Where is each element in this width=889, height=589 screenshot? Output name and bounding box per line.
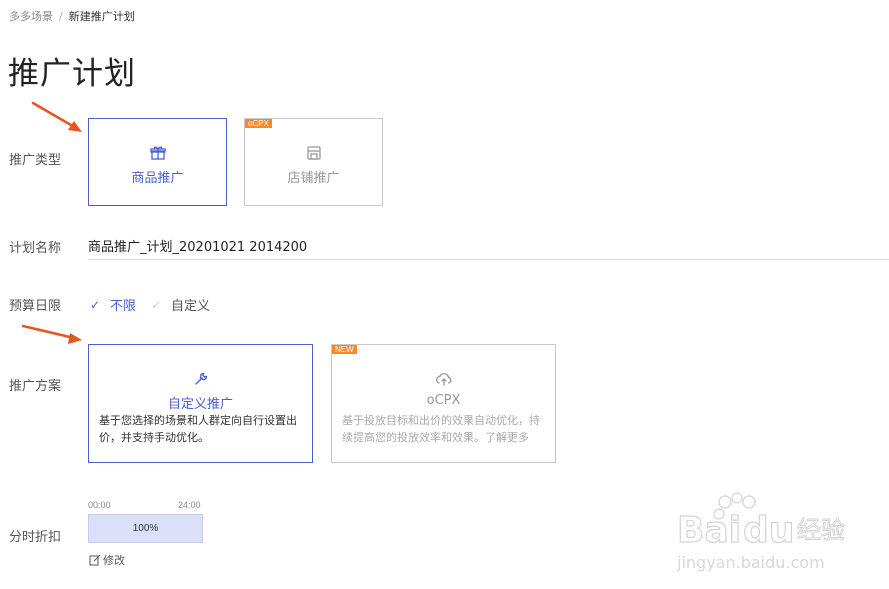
budget-custom-label: 自定义 [171, 299, 211, 314]
scheme-ocpx-desc-line1: 基于投放目标和出价的效果自动优化，持 [342, 414, 540, 427]
svg-text:jingyan.baidu.com: jingyan.baidu.com [676, 553, 825, 572]
scheme-custom-title: 自定义推广 [167, 397, 233, 412]
plan-name-label: 计划名称 [9, 241, 62, 256]
baidu-jingyan-watermark: Bai du 经验 jingyan.baidu.com [676, 492, 846, 572]
breadcrumb: 多多场景 / 新建推广计划 [9, 8, 135, 24]
edit-icon [89, 554, 101, 566]
scheme-custom-card[interactable]: 自定义推广 基于您选择的场景和人群定向自行设置出 价，并支持手动优化。 [88, 344, 313, 463]
svg-text:du: du [743, 510, 794, 551]
edit-label: 修改 [103, 554, 125, 567]
svg-text:Bai: Bai [677, 510, 741, 551]
budget-unlimited-label: 不限 [110, 299, 137, 314]
wrench-icon [193, 371, 209, 391]
time-end-label: 24:00 [178, 500, 201, 510]
svg-text:经验: 经验 [797, 516, 845, 544]
budget-label: 预算日限 [9, 299, 62, 314]
promo-type-store-card[interactable]: oCPX 店铺推广 [244, 118, 383, 206]
ocpx-tag: oCPX [245, 119, 272, 128]
new-tag: NEW [332, 345, 357, 354]
check-icon: ✓ [151, 297, 162, 312]
scheme-label: 推广方案 [9, 379, 62, 394]
promo-type-product-label: 商品推广 [131, 171, 184, 186]
time-discount-value: 100% [132, 523, 159, 534]
page-title: 推广计划 [8, 56, 136, 92]
scheme-ocpx-desc: 基于投放目标和出价的效果自动优化，持 续提高您的投放效率和效果。了解更多 [342, 412, 545, 446]
scheme-ocpx-desc-line2: 续提高您的投放效率和效果。了解更多 [342, 431, 529, 444]
scheme-custom-desc: 基于您选择的场景和人群定向自行设置出 价，并支持手动优化。 [99, 412, 302, 446]
time-discount-label: 分时折扣 [9, 530, 62, 545]
check-icon: ✓ [90, 297, 101, 312]
budget-custom-option[interactable]: ✓ 自定义 [151, 295, 211, 315]
scheme-ocpx-card[interactable]: NEW oCPX 基于投放目标和出价的效果自动优化，持 续提高您的投放效率和效果… [331, 344, 556, 463]
time-start-label: 00:00 [88, 500, 111, 510]
store-icon [306, 145, 322, 165]
promo-type-product-card[interactable]: 商品推广 [88, 118, 227, 206]
scheme-custom-desc-line2: 价，并支持手动优化。 [99, 431, 209, 444]
budget-unlimited-option[interactable]: ✓ 不限 [90, 295, 137, 315]
plan-name-input[interactable] [88, 232, 889, 260]
cloud-sync-icon [435, 371, 453, 391]
scheme-ocpx-title: oCPX [426, 393, 461, 408]
time-discount-bar[interactable]: 100% [88, 514, 203, 543]
annotation-arrow-icon [21, 324, 82, 344]
edit-link[interactable]: 修改 [89, 552, 125, 568]
promo-type-label: 推广类型 [9, 153, 62, 168]
promo-type-store-label: 店铺推广 [287, 171, 340, 186]
annotation-arrow-icon [31, 101, 82, 132]
breadcrumb-current: 新建推广计划 [68, 10, 135, 23]
breadcrumb-separator: / [59, 10, 63, 23]
scheme-custom-desc-line1: 基于您选择的场景和人群定向自行设置出 [99, 414, 297, 427]
gift-icon [149, 145, 166, 165]
breadcrumb-parent[interactable]: 多多场景 [9, 10, 53, 23]
